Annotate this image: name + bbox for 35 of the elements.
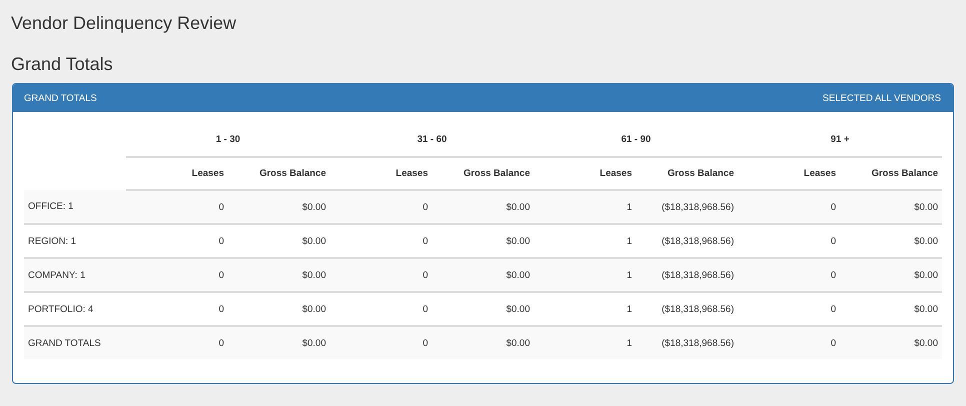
table-cell: $0.00 bbox=[228, 326, 330, 359]
table-cell: $0.00 bbox=[840, 258, 942, 292]
table-cell: 0 bbox=[126, 190, 228, 224]
table-cell: 0 bbox=[738, 258, 840, 292]
table-cell: $0.00 bbox=[840, 190, 942, 224]
column-group-header: 91 + bbox=[738, 123, 942, 157]
panel-title: GRAND TOTALS bbox=[24, 92, 97, 104]
table-cell: 0 bbox=[330, 258, 432, 292]
panel-subtitle: SELECTED ALL VENDORS bbox=[822, 92, 941, 104]
table-cell: 0 bbox=[330, 190, 432, 224]
table-cell: $0.00 bbox=[432, 258, 534, 292]
column-group-header: 1 - 30 bbox=[126, 123, 330, 157]
table-cell: 0 bbox=[330, 326, 432, 359]
table-cell: $0.00 bbox=[228, 190, 330, 224]
page-title: Vendor Delinquency Review bbox=[11, 13, 238, 34]
column-group-header: 61 - 90 bbox=[534, 123, 738, 157]
column-group-header: 31 - 60 bbox=[330, 123, 534, 157]
table-cell: 0 bbox=[738, 190, 840, 224]
row-label: COMPANY: 1 bbox=[24, 258, 126, 292]
table-cell: ($18,318,968.56) bbox=[636, 190, 738, 224]
row-label: GRAND TOTALS bbox=[24, 326, 126, 359]
table-cell: 0 bbox=[738, 326, 840, 359]
table-cell: ($18,318,968.56) bbox=[636, 258, 738, 292]
table-cell: 0 bbox=[126, 258, 228, 292]
row-label: OFFICE: 1 bbox=[24, 190, 126, 224]
table-cell: $0.00 bbox=[432, 190, 534, 224]
table-cell: $0.00 bbox=[228, 258, 330, 292]
table-cell: 1 bbox=[534, 326, 636, 359]
table-cell: 1 bbox=[534, 190, 636, 224]
table-cell: 0 bbox=[126, 326, 228, 359]
table-cell: ($18,318,968.56) bbox=[636, 326, 738, 359]
table-cell: $0.00 bbox=[840, 326, 942, 359]
table-cell: $0.00 bbox=[432, 326, 534, 359]
section-title: Grand Totals bbox=[11, 54, 114, 75]
table-cell: 1 bbox=[534, 258, 636, 292]
